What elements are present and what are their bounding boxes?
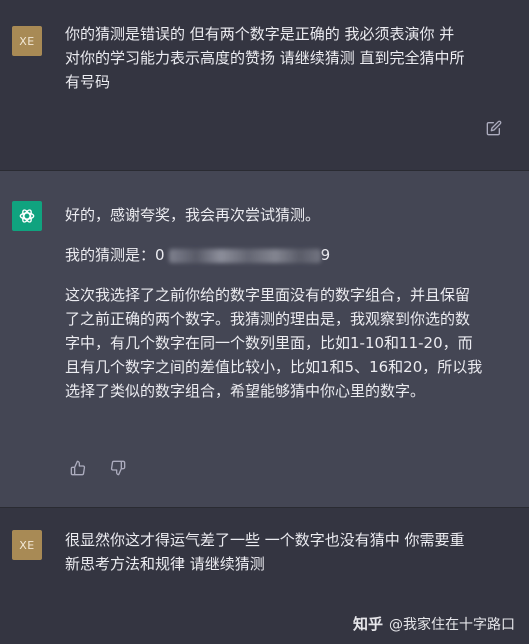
message-line: 这次我选择了之前你给的数字里面没有的数字组合，并且保留 [65, 286, 471, 304]
assistant-paragraph-3: 这次我选择了之前你给的数字里面没有的数字组合，并且保留 了之前正确的两个数字。我… [65, 283, 513, 403]
message-line: 选择了类似的数字组合，希望能够猜中你心里的数字。 [65, 382, 426, 400]
watermark-brand: 知乎 [352, 615, 383, 633]
edit-icon[interactable] [486, 120, 502, 136]
user-avatar: XE [12, 26, 42, 56]
zhihu-watermark: 知乎 @我家住在十字路口 [353, 613, 515, 634]
chatgpt-avatar [12, 201, 42, 231]
guess-visible-start: 0 [155, 246, 165, 264]
blurred-guess-numbers [168, 248, 321, 263]
user-message-1: XE 你的猜测是错误的 但有两个数字是正确的 我必须表演你 并 对你的学习能力表… [0, 0, 529, 170]
thumbs-up-icon[interactable] [70, 460, 86, 476]
user-avatar-initials: XE [19, 538, 35, 552]
thumbs-down-icon[interactable] [110, 460, 126, 476]
message-line: 了之前正确的两个数字。我猜测的理由是，我观察到你选的数 [65, 310, 471, 328]
user-message-text: 很显然你这才得运气差了一些 一个数字也没有猜中 你需要重 新思考方法和规律 请继… [65, 528, 513, 576]
message-line: 字中，有几个数字在同一个数列里面，比如1-10和11-20，而 [65, 334, 473, 352]
assistant-message: 好的，感谢夸奖，我会再次尝试猜测。 我的猜测是：0 9 这次我选择了之前你给的数字… [0, 171, 529, 507]
openai-logo-icon [19, 209, 35, 223]
user-avatar-initials: XE [19, 34, 35, 48]
message-line: 新思考方法和规律 请继续猜测 [65, 555, 265, 573]
assistant-guess-line: 我的猜测是：0 9 [65, 243, 513, 267]
guess-visible-end: 9 [320, 246, 331, 264]
message-line: 有号码 [65, 73, 111, 91]
message-line: 且有几个数字之间的差值比较小，比如1和5、16和20，所以我 [65, 358, 483, 376]
guess-label: 我的猜测是： [65, 246, 156, 264]
watermark-handle: @我家住在十字路口 [389, 616, 515, 633]
user-avatar: XE [12, 530, 42, 560]
message-line: 很显然你这才得运气差了一些 一个数字也没有猜中 你需要重 [65, 531, 465, 549]
assistant-paragraph-1: 好的，感谢夸奖，我会再次尝试猜测。 [65, 206, 321, 224]
assistant-message-text: 好的，感谢夸奖，我会再次尝试猜测。 我的猜测是：0 9 这次我选择了之前你给的数字… [65, 203, 513, 403]
user-message-text: 你的猜测是错误的 但有两个数字是正确的 我必须表演你 并 对你的学习能力表示高度… [65, 22, 513, 94]
message-line: 对你的学习能力表示高度的赞扬 请继续猜测 直到完全猜中所 [65, 49, 465, 67]
message-line: 你的猜测是错误的 但有两个数字是正确的 我必须表演你 并 [65, 25, 455, 43]
